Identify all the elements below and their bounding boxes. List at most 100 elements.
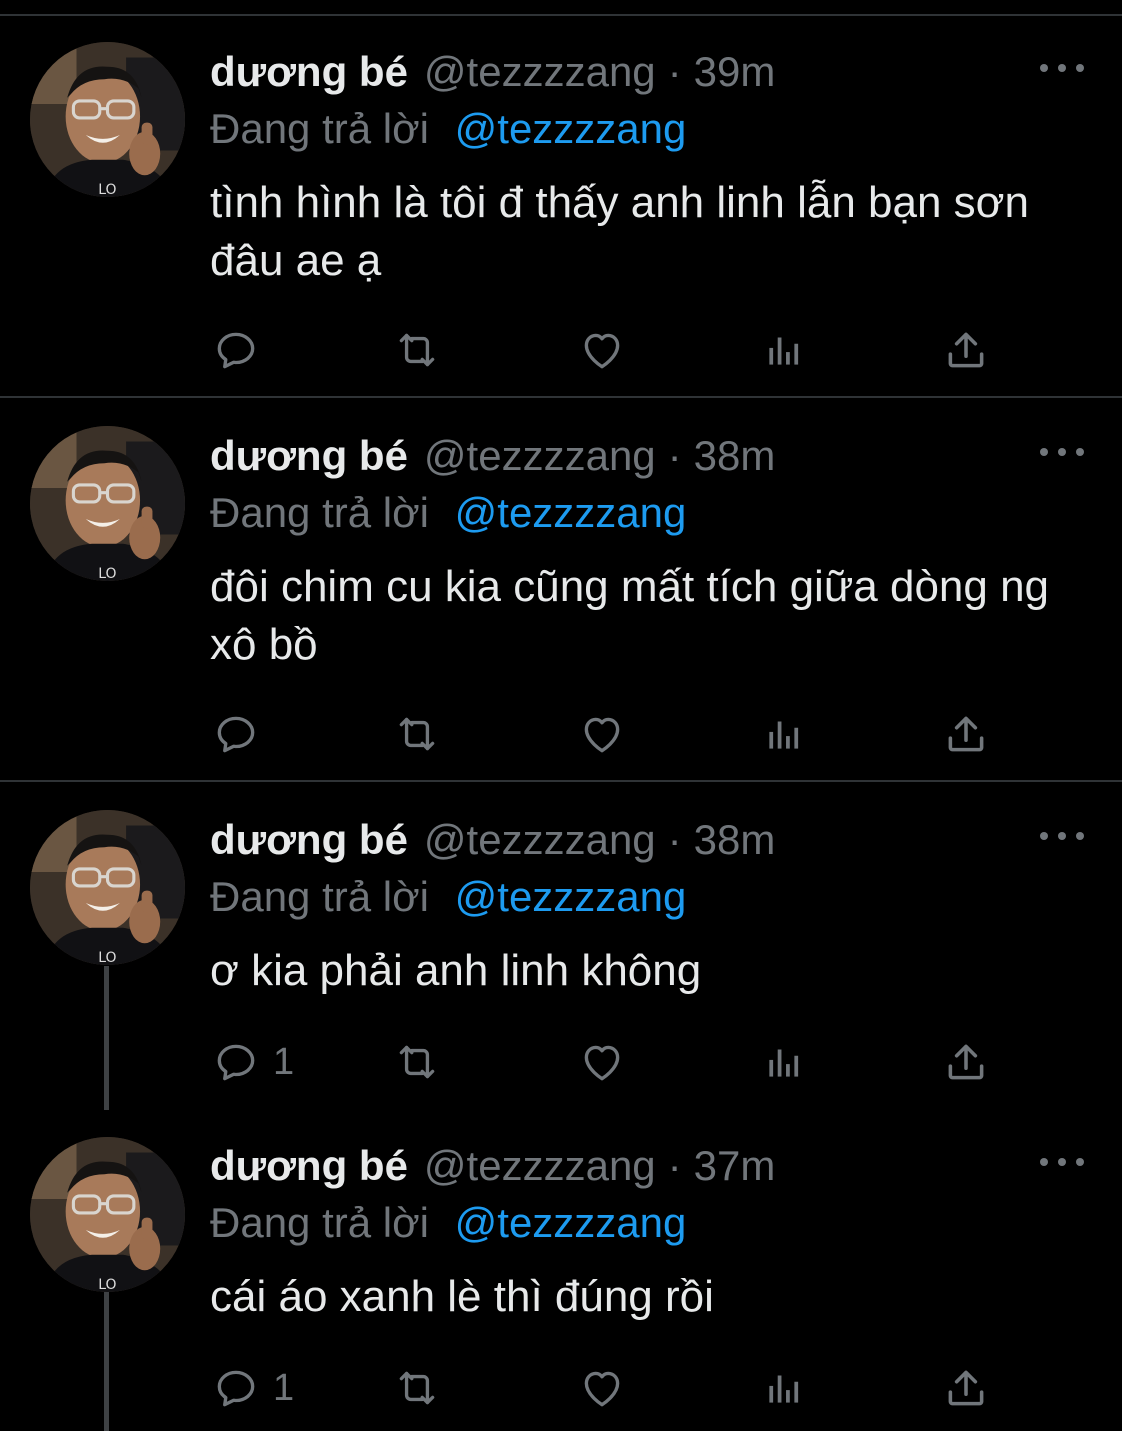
svg-text:LO: LO [98, 950, 116, 965]
reply-icon [217, 716, 255, 753]
share-icon [948, 1370, 984, 1406]
retweet-button[interactable] [392, 320, 442, 380]
replying-mention[interactable]: @tezzzzang [455, 1199, 687, 1246]
header-separator: · [667, 48, 682, 95]
avatar-photo: LO [30, 810, 185, 965]
tweet-actions: 1 [0, 1358, 1122, 1418]
tweet-text: đôi chim cu kia cũng mất tích giữa dòng … [210, 562, 1050, 669]
tweet-text: cái áo xanh lè thì đúng rồi [210, 1272, 714, 1321]
views-button[interactable] [760, 1358, 810, 1418]
tweet-actions: 1 [0, 1032, 1122, 1092]
tweet-header: dương bé @tezzzzang · 37m [210, 1138, 775, 1194]
more-icon[interactable] [1040, 826, 1084, 846]
retweet-icon [399, 1045, 435, 1079]
heart-icon [584, 717, 620, 753]
author-handle[interactable]: @tezzzzang [424, 44, 656, 100]
author-name[interactable]: dương bé [210, 428, 408, 484]
tweet-text: tình hình là tôi đ thấy anh linh lẫn bạn… [210, 178, 1029, 285]
author-handle[interactable]: @tezzzzang [424, 1138, 656, 1194]
tweet-actions [0, 704, 1122, 764]
views-button[interactable] [760, 320, 810, 380]
views-icon [769, 721, 799, 749]
avatar[interactable]: LO [30, 42, 185, 197]
share-icon [948, 332, 984, 368]
more-icon[interactable] [1040, 442, 1084, 462]
like-button[interactable] [577, 1032, 627, 1092]
replying-to: Đang trả lời @tezzzzang [210, 869, 686, 925]
more-icon[interactable] [1040, 58, 1084, 78]
reply-button[interactable] [211, 320, 261, 380]
views-icon [769, 337, 799, 365]
avatar[interactable]: LO [30, 810, 185, 965]
timestamp[interactable]: 38m [694, 812, 776, 868]
divider [0, 780, 1122, 782]
like-button[interactable] [577, 1358, 627, 1418]
avatar-photo: LO [30, 426, 185, 581]
tweet[interactable]: LO dương bé @tezzzzang · 37m Đang trả lờ… [0, 1110, 1122, 1431]
retweet-button[interactable] [392, 704, 442, 764]
replying-prefix: Đang trả lời [210, 873, 429, 920]
share-button[interactable] [941, 1358, 991, 1418]
avatar[interactable]: LO [30, 426, 185, 581]
share-icon [948, 716, 984, 752]
tweet[interactable]: LO dương bé @tezzzzang · 38m Đang trả lờ… [0, 400, 1122, 782]
tweet[interactable]: LO dương bé @tezzzzang · 38m Đang trả lờ… [0, 784, 1122, 1110]
replying-to: Đang trả lời @tezzzzang [210, 485, 686, 541]
tweet-header: dương bé @tezzzzang · 38m [210, 428, 775, 484]
views-icon [769, 1049, 799, 1077]
like-button[interactable] [577, 320, 627, 380]
share-icon [948, 1044, 984, 1080]
tweet-actions [0, 320, 1122, 380]
heart-icon [584, 333, 620, 369]
like-button[interactable] [577, 704, 627, 764]
retweet-icon [399, 717, 435, 751]
avatar-photo: LO [30, 1137, 185, 1292]
views-button[interactable] [760, 1032, 810, 1092]
share-button[interactable] [941, 320, 991, 380]
author-name[interactable]: dương bé [210, 812, 408, 868]
divider [0, 396, 1122, 398]
avatar-photo: LO [30, 42, 185, 197]
reply-button[interactable] [211, 704, 261, 764]
svg-text:LO: LO [98, 566, 116, 581]
avatar[interactable]: LO [30, 1137, 185, 1292]
replying-mention[interactable]: @tezzzzang [455, 489, 687, 536]
more-icon[interactable] [1040, 1152, 1084, 1172]
retweet-button[interactable] [392, 1358, 442, 1418]
heart-icon [584, 1045, 620, 1081]
reply-button[interactable]: 1 [211, 1358, 294, 1418]
tweet-header: dương bé @tezzzzang · 38m [210, 812, 775, 868]
reply-count: 1 [273, 1367, 295, 1409]
views-button[interactable] [760, 704, 810, 764]
replying-prefix: Đang trả lời [210, 1199, 429, 1246]
heart-icon [584, 1371, 620, 1407]
reply-icon [217, 1370, 255, 1407]
views-icon [769, 1375, 799, 1403]
share-button[interactable] [941, 704, 991, 764]
tweet[interactable]: LO dương bé @tezzzzang · 39m Đang trả lờ… [0, 16, 1122, 398]
tweet-text: ơ kia phải anh linh không [210, 946, 702, 995]
retweet-button[interactable] [392, 1032, 442, 1092]
replying-prefix: Đang trả lời [210, 489, 429, 536]
author-handle[interactable]: @tezzzzang [424, 812, 656, 868]
timestamp[interactable]: 38m [694, 428, 776, 484]
author-name[interactable]: dương bé [210, 1138, 408, 1194]
reply-count: 1 [273, 1041, 295, 1083]
tweet-feed: LO dương bé @tezzzzang · 39m Đang trả lờ… [0, 0, 1122, 1431]
replying-mention[interactable]: @tezzzzang [455, 105, 687, 152]
reply-button[interactable]: 1 [211, 1032, 294, 1092]
reply-icon [217, 332, 255, 369]
author-handle[interactable]: @tezzzzang [424, 428, 656, 484]
share-button[interactable] [941, 1032, 991, 1092]
header-separator: · [667, 816, 682, 863]
retweet-icon [399, 333, 435, 367]
replying-prefix: Đang trả lời [210, 105, 429, 152]
timestamp[interactable]: 37m [694, 1138, 776, 1194]
author-name[interactable]: dương bé [210, 44, 408, 100]
timestamp[interactable]: 39m [694, 44, 776, 100]
retweet-icon [399, 1371, 435, 1405]
reply-icon [217, 1044, 255, 1081]
svg-text:LO: LO [98, 1277, 116, 1292]
replying-mention[interactable]: @tezzzzang [455, 873, 687, 920]
tweet-header: dương bé @tezzzzang · 39m [210, 44, 775, 100]
